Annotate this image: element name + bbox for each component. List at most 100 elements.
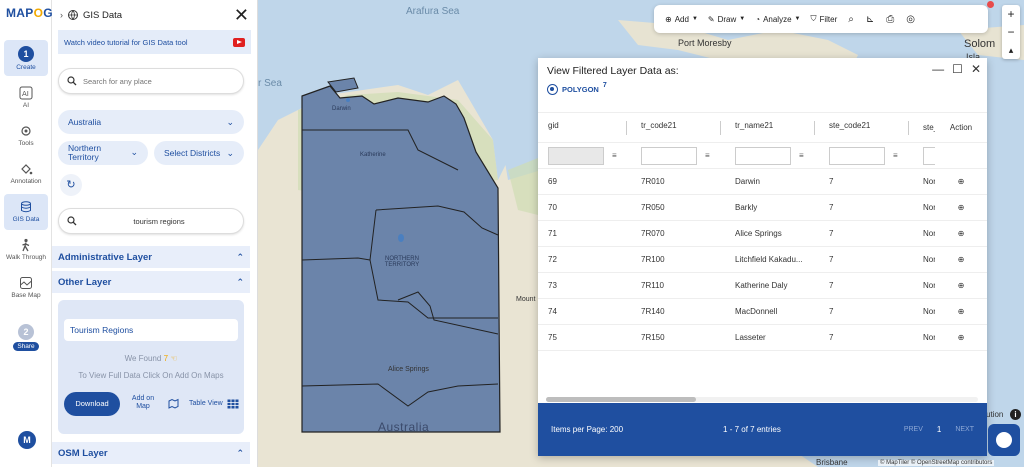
horizontal-scrollbar[interactable] xyxy=(546,397,978,402)
video-tutorial-link[interactable]: Watch video tutorial for GIS Data tool xyxy=(58,30,251,54)
minimize-icon[interactable]: — xyxy=(932,62,944,76)
radio-selected-icon[interactable] xyxy=(547,84,558,95)
zoom-in-button[interactable]: + xyxy=(1002,5,1020,23)
column-header[interactable]: tr_code21 xyxy=(631,112,725,143)
close-panel-button[interactable]: ✕ xyxy=(234,6,249,24)
table-row[interactable]: 737R110Katherine Daly7Nort ⊕ xyxy=(538,272,987,299)
administrative-layer-label: Administrative Layer xyxy=(58,251,152,263)
column-header[interactable]: gid xyxy=(538,112,631,143)
chevron-up-icon: ⌃ xyxy=(236,276,244,287)
mapog-logo[interactable]: MAPOG xyxy=(6,6,53,20)
filter-input[interactable] xyxy=(641,146,697,165)
table-row[interactable]: 717R070Alice Springs7Nort ⊕ xyxy=(538,220,987,247)
info-icon[interactable]: i xyxy=(1010,409,1021,420)
map-attribution[interactable]: © MapTiler © OpenStreetMap contributors xyxy=(878,460,995,466)
cell: Katherine Daly xyxy=(725,272,819,299)
print-icon[interactable]: ⎙ xyxy=(880,14,900,25)
cell: 7R100 xyxy=(631,246,725,273)
table-view-button[interactable]: Table View xyxy=(168,398,239,409)
zoom-out-button[interactable]: − xyxy=(1002,23,1020,41)
add-on-map-button[interactable]: Add on Map xyxy=(128,395,158,410)
rail-create[interactable]: 1 Create xyxy=(4,40,48,76)
state-select[interactable]: Northern Territory ⌄ xyxy=(58,141,148,165)
cell: Lasseter xyxy=(725,324,819,351)
maximize-icon[interactable]: ☐ xyxy=(952,62,963,76)
zoom-to-feature-icon[interactable]: ⊕ xyxy=(935,272,987,299)
table-row[interactable]: 697R010Darwin7Nort ⊕ xyxy=(538,168,987,195)
table-row[interactable]: 707R050Barkly7Nort ⊕ xyxy=(538,194,987,221)
zoom-to-feature-icon[interactable]: ⊕ xyxy=(935,246,987,273)
table-row[interactable]: 757R150Lasseter7Nort ⊕ xyxy=(538,324,987,351)
column-header[interactable]: ste_code21 xyxy=(819,112,913,143)
add-menu-button[interactable]: ⊕ Add ▼ xyxy=(660,5,703,33)
label-solomon: Solom xyxy=(964,38,996,50)
refresh-button[interactable]: ↻ xyxy=(60,174,82,196)
items-per-page[interactable]: Items per Page: 200 xyxy=(551,425,623,434)
filter-icon[interactable]: ≡ xyxy=(612,151,617,160)
osm-layer-header[interactable]: OSM Layer ⌃ xyxy=(52,442,250,464)
column-header[interactable]: ste_n xyxy=(913,112,935,143)
next-button[interactable]: NEXT xyxy=(955,426,974,433)
rail-annotation[interactable]: Annotation xyxy=(4,162,48,185)
caret-down-icon: ▼ xyxy=(739,16,746,22)
cell: 70 xyxy=(538,194,631,221)
download-button[interactable]: Download xyxy=(64,392,120,416)
zoom-to-feature-icon[interactable]: ⊕ xyxy=(935,324,987,351)
label-timor-sea: r Sea xyxy=(258,78,282,89)
share-step-badge: 2 xyxy=(18,324,34,340)
rail-tools[interactable]: Tools xyxy=(4,124,48,147)
filter-input[interactable] xyxy=(548,146,604,165)
administrative-layer-header[interactable]: Administrative Layer ⌃ xyxy=(52,246,250,268)
filter-input[interactable] xyxy=(735,146,791,165)
label-darwin: Darwin xyxy=(332,106,351,112)
chat-button[interactable] xyxy=(988,424,1020,456)
country-select[interactable]: Australia ⌄ xyxy=(58,110,244,134)
zoom-to-feature-icon[interactable]: ⊕ xyxy=(935,194,987,221)
user-avatar[interactable]: M xyxy=(18,431,36,449)
rail-share[interactable]: 2 Share xyxy=(4,324,48,351)
locate-icon[interactable]: ◎ xyxy=(900,14,921,25)
filter-icon[interactable]: ≡ xyxy=(893,151,898,160)
draw-menu-button[interactable]: ✎ Draw ▼ xyxy=(703,5,750,33)
geometry-option[interactable]: POLYGON 7 xyxy=(547,82,607,95)
svg-text:AI: AI xyxy=(22,90,29,98)
dialog-title: View Filtered Layer Data as: xyxy=(547,65,679,77)
filter-icon[interactable]: ≡ xyxy=(705,151,710,160)
rail-ai[interactable]: AI AI xyxy=(4,86,48,109)
prev-button[interactable]: PREV xyxy=(904,426,923,433)
table-row[interactable]: 727R100Litchfield Kakadu...7Nort ⊕ xyxy=(538,246,987,273)
chevron-up-icon: ⌃ xyxy=(236,251,244,262)
place-search-input[interactable] xyxy=(83,76,235,86)
zoom-to-feature-icon[interactable]: ⊕ xyxy=(935,298,987,325)
add-label: Add xyxy=(674,14,689,24)
current-page[interactable]: 1 xyxy=(937,425,941,434)
chevron-right-icon[interactable]: › xyxy=(60,10,63,20)
zoom-to-feature-icon[interactable]: ⊕ xyxy=(935,220,987,247)
compass-button[interactable]: ▴ xyxy=(1002,41,1020,59)
filter-button[interactable]: ⛉ Filter xyxy=(805,5,842,33)
analyze-menu-button[interactable]: ◔ Analyze ▼ xyxy=(750,5,805,33)
other-layer-header[interactable]: Other Layer ⌃ xyxy=(52,271,250,293)
rail-walk-through[interactable]: Walk Through xyxy=(4,238,48,261)
cell: 7 xyxy=(819,194,913,221)
filter-icon[interactable]: ≡ xyxy=(799,151,804,160)
filter-input[interactable] xyxy=(923,146,935,165)
districts-select[interactable]: Select Districts ⌄ xyxy=(154,141,244,165)
zoom-to-feature-icon[interactable]: ⊕ xyxy=(935,168,987,195)
rail-share-label: Share xyxy=(13,342,39,351)
rail-gis-data[interactable]: GIS Data xyxy=(4,194,48,230)
cell: 7R150 xyxy=(631,324,725,351)
layer-search-box[interactable] xyxy=(58,208,244,234)
close-icon[interactable]: ✕ xyxy=(971,62,981,76)
cell: 7R010 xyxy=(631,168,725,195)
measure-icon[interactable]: ⊾ xyxy=(860,14,880,25)
rail-base-map[interactable]: Base Map xyxy=(4,276,48,299)
column-header[interactable]: tr_name21 xyxy=(725,112,819,143)
rail-annotation-label: Annotation xyxy=(10,178,42,185)
filter-input[interactable] xyxy=(829,146,885,165)
search-icon[interactable]: ⌕ xyxy=(842,14,860,25)
layer-search-input[interactable] xyxy=(83,216,235,226)
place-search-box[interactable] xyxy=(58,68,244,94)
table-row[interactable]: 747R140MacDonnell7Nort ⊕ xyxy=(538,298,987,325)
other-layer-label: Other Layer xyxy=(58,276,112,288)
